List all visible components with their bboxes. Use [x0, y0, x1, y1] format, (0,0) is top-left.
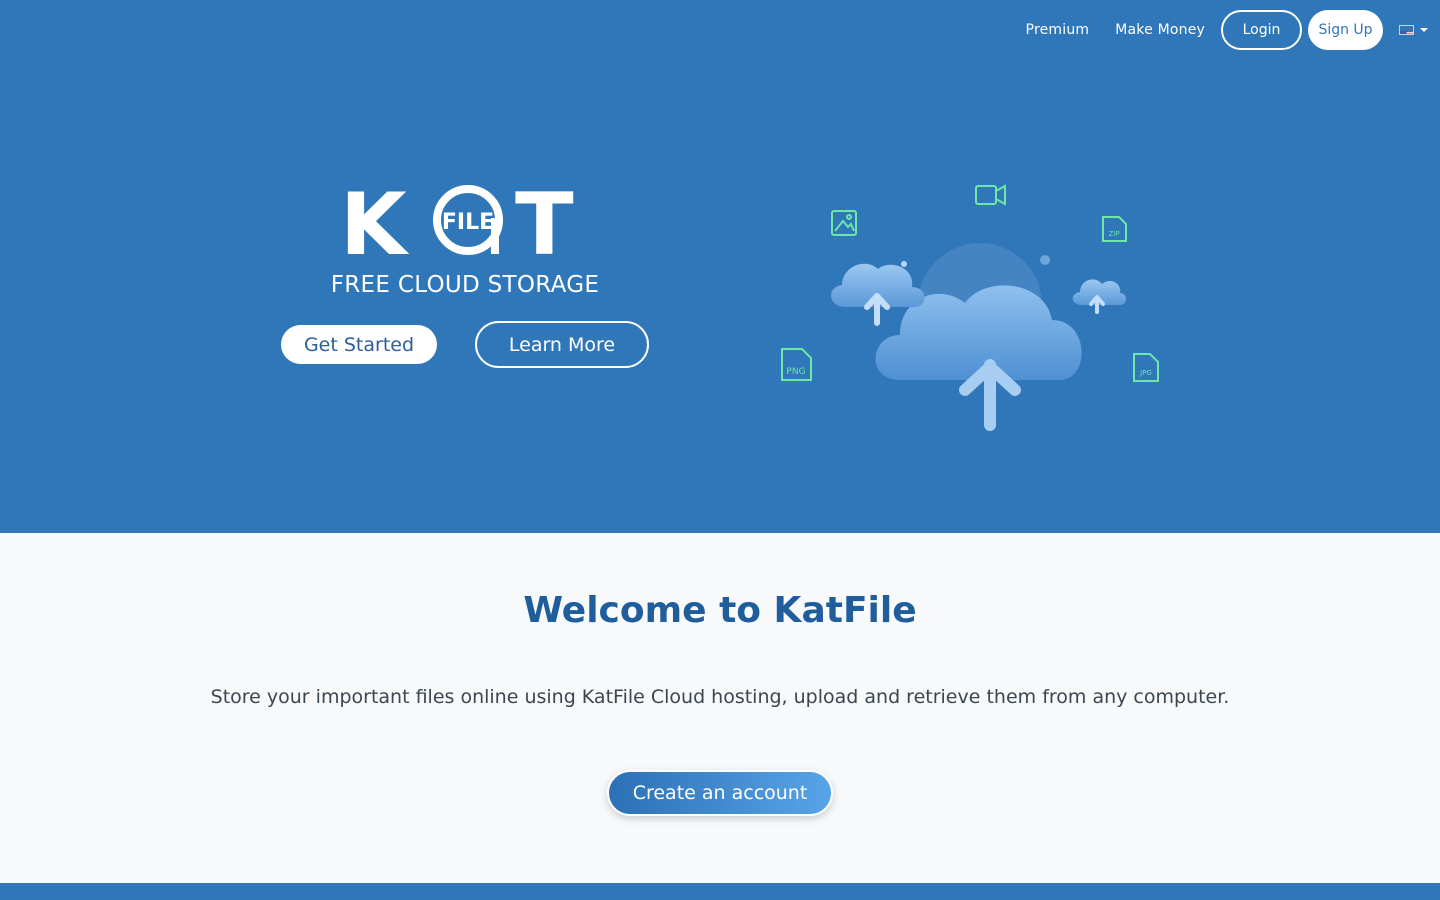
language-dropdown[interactable]: [1399, 25, 1428, 35]
nav-make-money-link[interactable]: Make Money: [1115, 22, 1205, 38]
learn-more-button[interactable]: Learn More: [475, 321, 649, 368]
cloud-upload-illustration: ZIP PNG JPG: [770, 175, 1170, 445]
svg-text:K: K: [340, 180, 410, 260]
us-flag-icon: [1399, 25, 1414, 35]
svg-text:PNG: PNG: [786, 367, 805, 377]
hero-tagline: FREE CLOUD STORAGE: [330, 272, 600, 298]
top-nav: Premium Make Money Login Sign Up: [1026, 9, 1428, 51]
svg-text:FILE: FILE: [442, 210, 494, 235]
get-started-button[interactable]: Get Started: [281, 325, 437, 364]
welcome-description: Store your important files online using …: [210, 686, 1230, 708]
video-camera-icon: [975, 184, 1006, 206]
footer-bar: [0, 883, 1440, 900]
hero-section: Premium Make Money Login Sign Up K FILE …: [0, 0, 1440, 533]
welcome-title: Welcome to KatFile: [523, 590, 917, 631]
png-file-icon: PNG: [781, 348, 812, 381]
image-file-icon: [831, 210, 857, 236]
nav-premium-link[interactable]: Premium: [1026, 22, 1090, 38]
chevron-down-icon: [1420, 28, 1428, 32]
zip-file-icon: ZIP: [1102, 216, 1127, 242]
login-button[interactable]: Login: [1221, 10, 1302, 50]
svg-text:JPG: JPG: [1139, 369, 1152, 377]
jpg-file-icon: JPG: [1133, 353, 1159, 382]
svg-text:ZIP: ZIP: [1108, 230, 1119, 238]
katfile-logo: K FILE T: [340, 175, 590, 275]
svg-text:T: T: [515, 180, 574, 260]
create-account-button[interactable]: Create an account: [607, 770, 833, 816]
signup-button[interactable]: Sign Up: [1308, 10, 1383, 50]
small-cloud-right-icon: [1072, 279, 1126, 314]
